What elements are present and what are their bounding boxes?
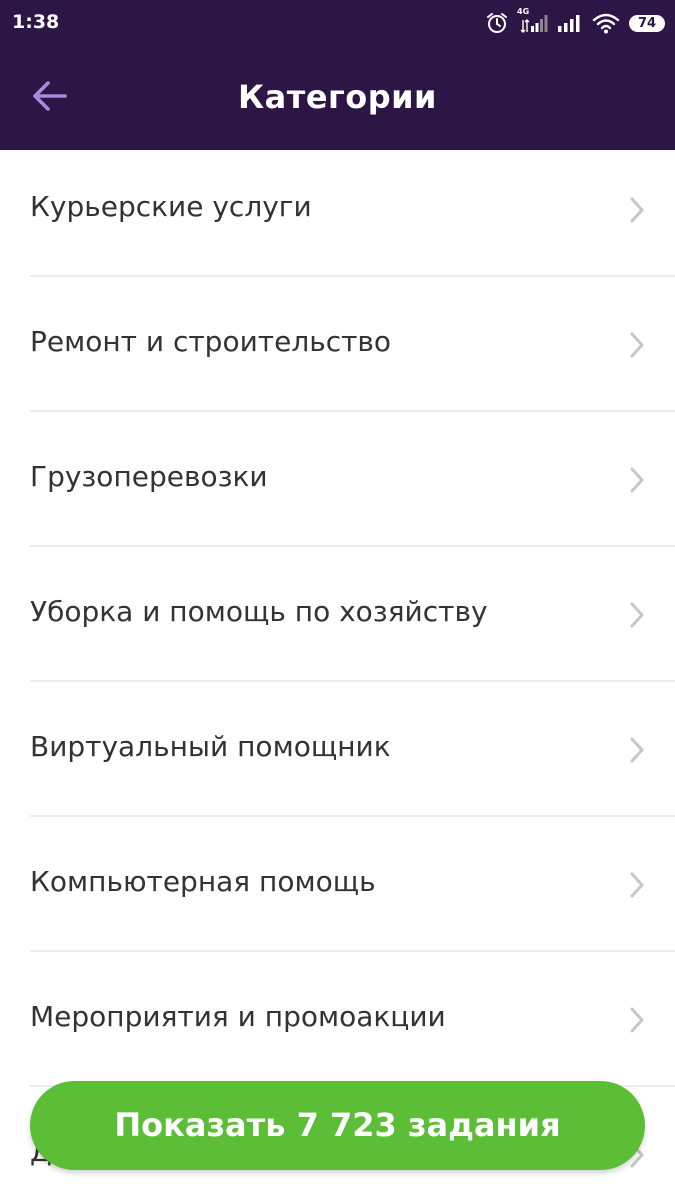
network-type-label: 4G [517, 7, 530, 16]
category-item[interactable]: Ремонт и строительство [0, 277, 675, 412]
category-label: Уборка и помощь по хозяйству [30, 595, 488, 628]
signal-icon [557, 12, 583, 34]
signal-4g-icon: 4G [517, 7, 548, 34]
status-bar: 1:38 4G 74 [0, 0, 675, 46]
category-label: Курьерские услуги [30, 190, 312, 223]
category-label: Ремонт и строительство [30, 325, 392, 358]
status-time: 1:38 [12, 11, 60, 33]
category-item[interactable]: Мероприятия и промоакции [0, 952, 675, 1087]
arrow-left-icon [32, 80, 68, 116]
back-button[interactable] [22, 72, 78, 124]
chevron-right-icon [630, 872, 644, 898]
chevron-right-icon [630, 737, 644, 763]
battery-icon: 74 [629, 14, 665, 32]
alarm-icon [485, 11, 509, 35]
chevron-right-icon [630, 197, 644, 223]
chevron-right-icon [630, 602, 644, 628]
category-item[interactable]: Грузоперевозки [0, 412, 675, 547]
app-bar: Категории [0, 46, 675, 150]
chevron-right-icon [630, 332, 644, 358]
show-tasks-button[interactable]: Показать 7 723 задания [30, 1081, 645, 1170]
category-item[interactable]: Курьерские услуги [0, 150, 675, 277]
category-item[interactable]: Компьютерная помощь [0, 817, 675, 952]
page-title: Категории [238, 78, 437, 116]
category-label: Компьютерная помощь [30, 865, 376, 898]
status-icons: 4G 74 [485, 7, 665, 37]
category-label: Грузоперевозки [30, 460, 268, 493]
category-item[interactable]: Уборка и помощь по хозяйству [0, 547, 675, 682]
battery-level: 74 [637, 15, 657, 31]
category-item[interactable]: Виртуальный помощник [0, 682, 675, 817]
wifi-icon [592, 12, 620, 34]
chevron-right-icon [630, 467, 644, 493]
chevron-right-icon [630, 1007, 644, 1033]
category-label: Мероприятия и промоакции [30, 1000, 446, 1033]
category-list: Курьерские услуги Ремонт и строительство… [0, 150, 675, 1200]
category-label: Виртуальный помощник [30, 730, 391, 763]
